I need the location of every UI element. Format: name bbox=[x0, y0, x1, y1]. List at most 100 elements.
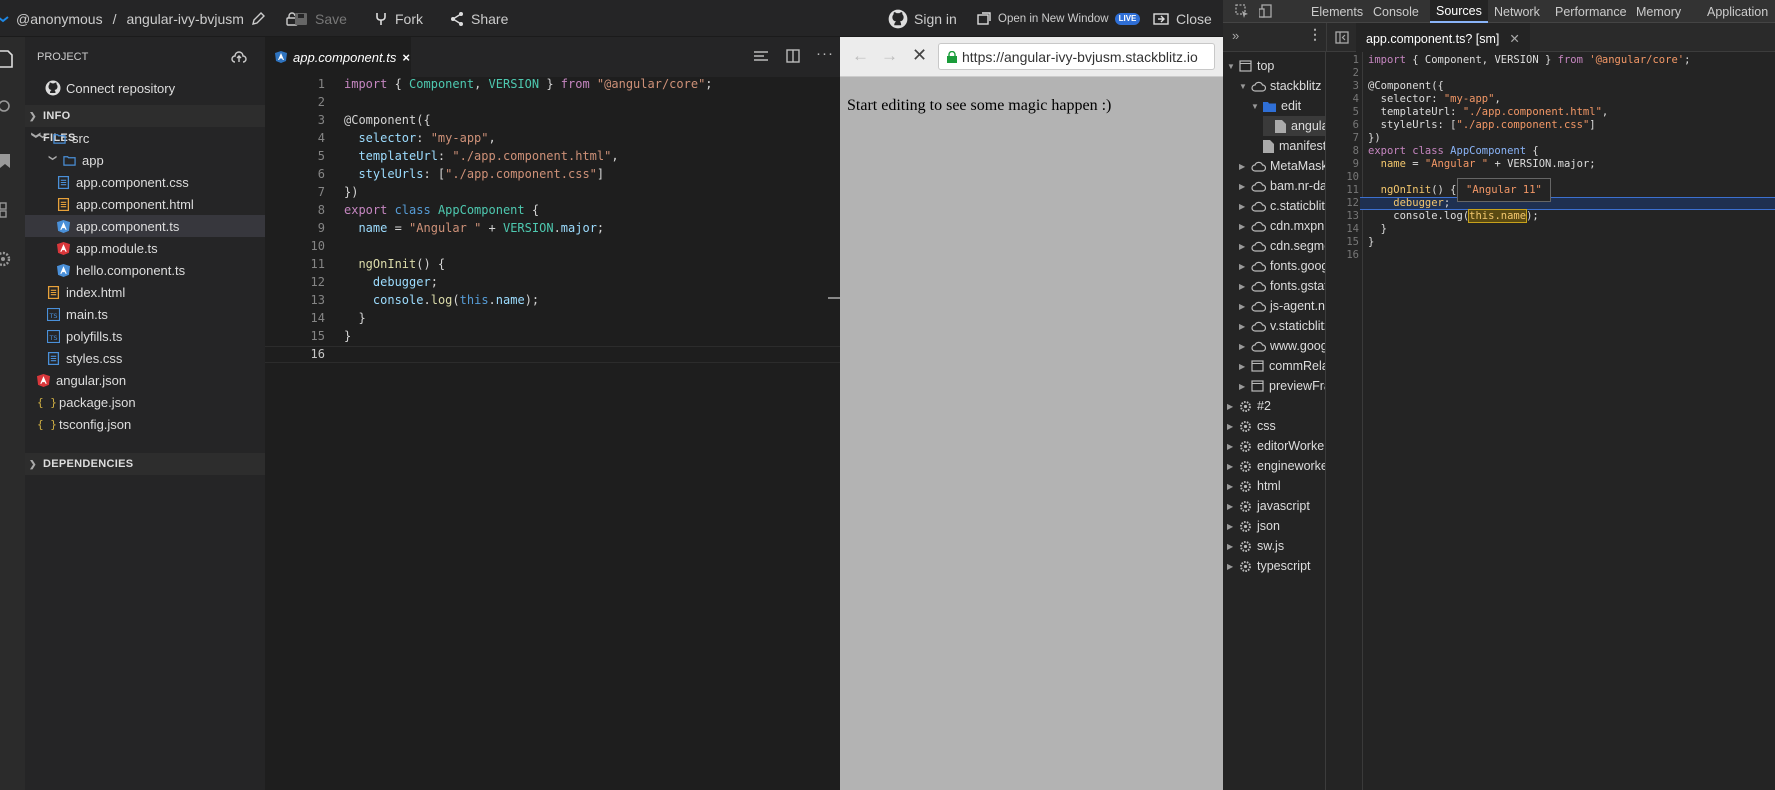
tree-node-c-staticblitz[interactable]: ▶ c.staticblitz bbox=[1239, 196, 1325, 216]
devtools-line-number[interactable]: 16 bbox=[1326, 249, 1359, 261]
devtools-tab-console[interactable]: Console bbox=[1367, 0, 1425, 23]
tree-node-v-staticblitz[interactable]: ▶ v.staticblitz bbox=[1239, 316, 1325, 336]
devtools-tab-performance[interactable]: Performance bbox=[1549, 0, 1633, 23]
tree-node-engineworker[interactable]: ▶ engineworker bbox=[1227, 456, 1325, 476]
tree-node-metamask[interactable]: ▶ MetaMask bbox=[1239, 156, 1325, 176]
tree-node-fonts-gstatic[interactable]: ▶ fonts.gstatic bbox=[1239, 276, 1325, 296]
tree-toggle-icon[interactable]: ▶ bbox=[1227, 442, 1239, 451]
connect-repository-button[interactable]: Connect repository bbox=[25, 77, 265, 99]
double-chevron-icon[interactable]: » bbox=[1232, 28, 1239, 43]
devtools-tab-memory[interactable]: Memory bbox=[1630, 0, 1687, 23]
tree-node-manifest[interactable]: manifest bbox=[1251, 136, 1325, 156]
devtools-tab-sources[interactable]: Sources bbox=[1430, 0, 1488, 23]
tree-toggle-icon[interactable]: ▶ bbox=[1239, 162, 1251, 171]
device-toolbar-icon[interactable] bbox=[1259, 4, 1273, 18]
toggle-navigator-icon[interactable] bbox=[1335, 31, 1349, 44]
tree-node-previewframe[interactable]: ▶ previewFrame bbox=[1239, 376, 1325, 396]
devtools-line-number[interactable]: 9 bbox=[1326, 158, 1359, 170]
tree-toggle-icon[interactable]: ▼ bbox=[1251, 102, 1263, 111]
file-styles-css[interactable]: styles.css bbox=[25, 347, 265, 369]
devtools-tab-network[interactable]: Network bbox=[1488, 0, 1546, 23]
tree-toggle-icon[interactable]: ▶ bbox=[1227, 542, 1239, 551]
tree-node-javascript[interactable]: ▶ javascript bbox=[1227, 496, 1310, 516]
kebab-menu-icon[interactable]: ⋮ bbox=[1308, 26, 1322, 43]
tree-node-html[interactable]: ▶ html bbox=[1227, 476, 1281, 496]
devtools-line-number[interactable]: 4 bbox=[1326, 93, 1359, 105]
menu-chevron-icon[interactable] bbox=[0, 0, 16, 37]
tree-node-cdn-segment[interactable]: ▶ cdn.segment bbox=[1239, 236, 1325, 256]
fork-button[interactable]: Fork bbox=[373, 0, 423, 37]
tree-toggle-icon[interactable]: ▶ bbox=[1239, 182, 1251, 191]
devtools-line-number[interactable]: 11 bbox=[1326, 184, 1359, 196]
url-field[interactable]: https://angular-ivy-bvjusm.stackblitz.io bbox=[938, 43, 1215, 70]
file-polyfills-ts[interactable]: TS polyfills.ts bbox=[25, 325, 265, 347]
open-new-window-button[interactable]: Open in New Window LIVE bbox=[976, 0, 1141, 37]
tree-node-angular[interactable]: angular bbox=[1263, 116, 1325, 136]
forward-arrow-icon[interactable]: → bbox=[881, 46, 898, 66]
tree-node-stackblitz[interactable]: ▼ stackblitz bbox=[1239, 76, 1321, 96]
tree-node-editorworker[interactable]: ▶ editorWorker bbox=[1227, 436, 1325, 456]
project-name[interactable]: angular-ivy-bvjusm bbox=[126, 11, 243, 27]
devtools-line-number[interactable]: 2 bbox=[1326, 67, 1359, 79]
tree-toggle-icon[interactable]: ▶ bbox=[1239, 302, 1251, 311]
dependencies-section[interactable]: ❯ DEPENDENCIES bbox=[25, 453, 265, 475]
devtools-line-number[interactable]: 15 bbox=[1326, 236, 1359, 248]
close-button[interactable]: Close bbox=[1152, 0, 1212, 37]
tree-node-js-agent-n[interactable]: ▶ js-agent.n bbox=[1239, 296, 1325, 316]
tree-node-bam-nr-data[interactable]: ▶ bam.nr-data bbox=[1239, 176, 1325, 196]
tree-toggle-icon[interactable]: ▶ bbox=[1227, 522, 1239, 531]
tree-toggle-icon[interactable]: ▶ bbox=[1227, 562, 1239, 571]
tree-node--2[interactable]: ▶ #2 bbox=[1227, 396, 1271, 416]
cloud-upload-icon[interactable] bbox=[231, 50, 247, 64]
tree-node-json[interactable]: ▶ json bbox=[1227, 516, 1280, 536]
tree-toggle-icon[interactable]: ▶ bbox=[1227, 402, 1239, 411]
devtools-line-number[interactable]: 1 bbox=[1326, 54, 1359, 66]
tree-node-www-google[interactable]: ▶ www.google bbox=[1239, 336, 1325, 356]
tree-node-fonts-google[interactable]: ▶ fonts.google bbox=[1239, 256, 1325, 276]
user-name[interactable]: @anonymous bbox=[16, 11, 103, 27]
code-editor[interactable]: app.component.ts × ··· 1 2 3 4 5 6 7 8 9 10 11 12 13… bbox=[265, 37, 840, 790]
devtools-line-number[interactable]: 13 bbox=[1326, 210, 1359, 222]
file-angular-json[interactable]: angular.json bbox=[25, 369, 265, 391]
folder-app[interactable]: ❯ app bbox=[25, 149, 265, 171]
extensions-icon[interactable] bbox=[0, 202, 14, 218]
source-file-tab[interactable]: app.component.ts? [sm] ✕ bbox=[1356, 23, 1530, 52]
bookmark-icon[interactable] bbox=[0, 152, 14, 168]
tree-node-sw-js[interactable]: ▶ sw.js bbox=[1227, 536, 1284, 556]
tree-toggle-icon[interactable]: ▼ bbox=[1239, 82, 1251, 91]
file-hello-component-ts[interactable]: hello.component.ts bbox=[25, 259, 265, 281]
close-icon[interactable]: ✕ bbox=[1509, 31, 1519, 46]
tree-node-cdn-mxpnl[interactable]: ▶ cdn.mxpnl bbox=[1239, 216, 1325, 236]
gear-icon[interactable] bbox=[0, 250, 14, 268]
tree-toggle-icon[interactable]: ▶ bbox=[1227, 422, 1239, 431]
code-area[interactable]: 1 2 3 4 5 6 7 8 9 10 11 12 13 14 15 16 import { Compone… bbox=[265, 37, 840, 790]
tree-node-css[interactable]: ▶ css bbox=[1227, 416, 1276, 436]
tree-node-typescript[interactable]: ▶ typescript bbox=[1227, 556, 1311, 576]
files-icon[interactable] bbox=[0, 50, 14, 68]
devtools-line-number[interactable]: 7 bbox=[1326, 132, 1359, 144]
devtools-tab-application[interactable]: Application bbox=[1701, 0, 1774, 23]
sources-code-view[interactable]: 1 2 3 4 5 6 7 8 9 10 11 12 13 14 15 16 import { Compone… bbox=[1326, 52, 1775, 790]
tree-toggle-icon[interactable]: ▶ bbox=[1227, 482, 1239, 491]
file-app-module-ts[interactable]: app.module.ts bbox=[25, 237, 265, 259]
tree-toggle-icon[interactable]: ▶ bbox=[1239, 342, 1251, 351]
tree-node-top[interactable]: ▼ top bbox=[1227, 56, 1274, 76]
tree-node-commrelay[interactable]: ▶ commRelay bbox=[1239, 356, 1325, 376]
file-app-component-css[interactable]: app.component.css bbox=[25, 171, 265, 193]
hovered-expression[interactable]: this.name bbox=[1468, 209, 1528, 223]
sign-in-button[interactable]: Sign in bbox=[888, 0, 957, 37]
tree-toggle-icon[interactable]: ▶ bbox=[1239, 262, 1251, 271]
back-arrow-icon[interactable]: ← bbox=[852, 46, 869, 66]
tree-toggle-icon[interactable]: ▶ bbox=[1239, 222, 1251, 231]
folder-src[interactable]: ❯ src bbox=[25, 127, 265, 149]
save-button[interactable]: Save bbox=[293, 0, 347, 37]
inspect-element-icon[interactable] bbox=[1235, 4, 1249, 18]
tree-toggle-icon[interactable]: ▶ bbox=[1239, 362, 1251, 371]
devtools-tab-elements[interactable]: Elements bbox=[1305, 0, 1369, 23]
share-button[interactable]: Share bbox=[449, 0, 508, 37]
devtools-line-number[interactable]: 12 bbox=[1326, 197, 1359, 209]
file-tsconfig-json[interactable]: { } tsconfig.json bbox=[25, 413, 265, 435]
file-app-component-ts[interactable]: app.component.ts bbox=[25, 215, 265, 237]
file-package-json[interactable]: { } package.json bbox=[25, 391, 265, 413]
pencil-icon[interactable] bbox=[250, 11, 266, 27]
